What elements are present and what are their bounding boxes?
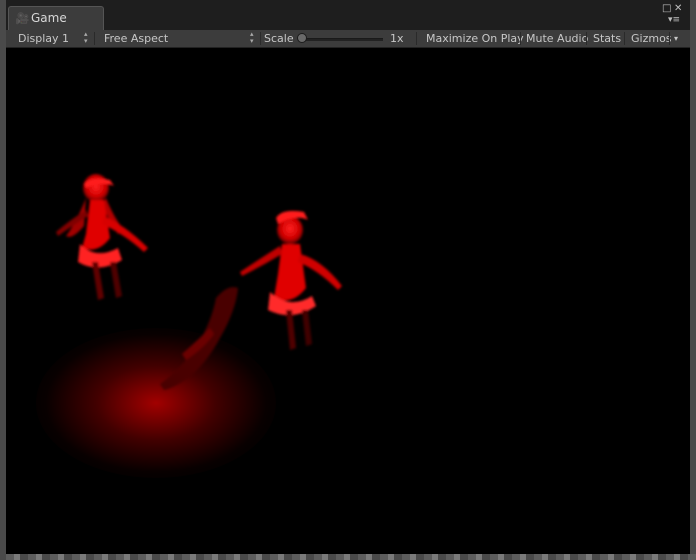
window-controls: □ ✕ ▾≡ bbox=[660, 4, 686, 26]
tab-strip: 🎥 Game □ ✕ ▾≡ bbox=[6, 0, 690, 30]
toolbar-divider bbox=[94, 32, 95, 45]
mute-audio-toggle[interactable]: Mute Audio bbox=[526, 30, 588, 47]
character-shadow bbox=[160, 287, 238, 390]
toolbar-divider bbox=[520, 32, 521, 45]
display-dropdown-label: Display 1 bbox=[18, 32, 70, 45]
scale-slider-track[interactable] bbox=[301, 38, 383, 41]
display-spinner-icon: ▴ ▾ bbox=[84, 30, 88, 45]
stats-toggle[interactable]: Stats bbox=[593, 30, 621, 47]
scene-render bbox=[56, 174, 342, 390]
display-dropdown[interactable]: Display 1 bbox=[18, 30, 69, 47]
scale-value: 1x bbox=[390, 32, 404, 45]
tab-game-label: Game bbox=[31, 11, 67, 25]
gizmos-toggle[interactable]: Gizmos bbox=[631, 30, 672, 47]
toolbar-divider bbox=[416, 32, 417, 45]
game-toolbar: Display 1 ▴ ▾ Free Aspect ▴ ▾ Scale 1x Max… bbox=[6, 30, 690, 48]
aspect-dropdown[interactable]: Free Aspect bbox=[104, 30, 168, 47]
game-window: 🎥 Game □ ✕ ▾≡ Display 1 ▴ ▾ Free Aspect ▴… bbox=[0, 0, 696, 560]
maximize-on-play-toggle[interactable]: Maximize On Play bbox=[426, 30, 524, 47]
unity-game-icon: 🎥 bbox=[15, 12, 30, 25]
toolbar-divider bbox=[260, 32, 261, 45]
toolbar-divider bbox=[669, 32, 670, 45]
toolbar-divider bbox=[586, 32, 587, 45]
gizmos-dropdown-icon[interactable]: ▾ bbox=[674, 30, 678, 47]
character-center bbox=[240, 210, 342, 350]
window-menu-icon[interactable]: ▾≡ bbox=[668, 15, 680, 25]
tab-game[interactable]: 🎥 Game bbox=[8, 6, 104, 30]
character-left bbox=[56, 174, 148, 300]
game-viewport[interactable] bbox=[6, 48, 690, 554]
aspect-dropdown-label: Free Aspect bbox=[104, 32, 169, 45]
scale-label: Scale bbox=[264, 32, 294, 45]
toolbar-divider bbox=[624, 32, 625, 45]
close-window-icon[interactable]: ✕ bbox=[674, 4, 682, 14]
scale-slider-thumb[interactable] bbox=[297, 33, 307, 43]
aspect-spinner-icon: ▴ ▾ bbox=[250, 30, 254, 45]
maximize-window-icon[interactable]: □ bbox=[662, 4, 671, 14]
window-bottom-edge bbox=[6, 554, 696, 560]
